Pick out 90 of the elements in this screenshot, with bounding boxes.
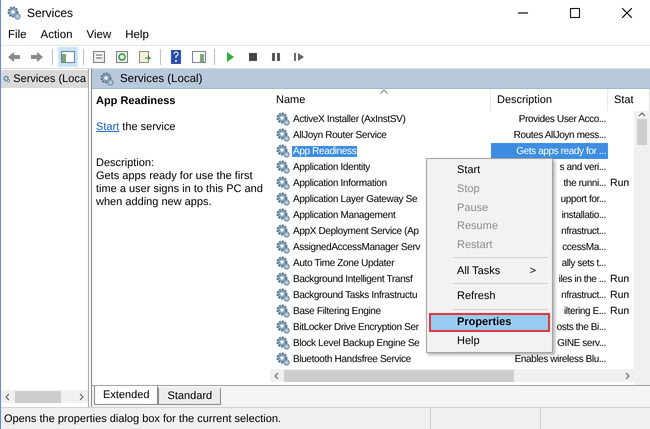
- service-description: upport for...: [560, 194, 606, 204]
- tree-item[interactable]: Services (Loca: [1, 70, 88, 88]
- column-header[interactable]: Description: [491, 89, 608, 111]
- pane-icon: [60, 49, 76, 65]
- service-description: ccessMa...: [562, 242, 606, 252]
- services-icon: [100, 72, 114, 86]
- view-tab[interactable]: Extended: [94, 386, 158, 405]
- status-text: Opens the properties dialog box for the current selection.: [4, 412, 282, 424]
- service-icon: [276, 240, 290, 254]
- description-label: Description:: [96, 157, 156, 170]
- service-status: Run: [609, 273, 630, 285]
- service-icon: [276, 256, 290, 270]
- pane-icon: [191, 49, 207, 65]
- service-icon: [276, 208, 290, 222]
- menu-item[interactable]: View: [82, 29, 116, 41]
- description-text: Gets apps ready for use the first time a user signs in to this PC and when adding new apps.: [96, 170, 264, 209]
- service-icon: [276, 336, 290, 350]
- service-description: ally sets t...: [562, 258, 606, 268]
- service-name[interactable]: Bluetooth Handsfree Service: [292, 354, 412, 364]
- context-menu-item[interactable]: Start: [429, 161, 550, 180]
- service-name[interactable]: Background Tasks Infrastructu: [292, 290, 418, 300]
- service-icon: [276, 176, 290, 190]
- service-icon: [276, 144, 290, 158]
- service-name[interactable]: Auto Time Zone Updater: [292, 258, 396, 268]
- forward-arrow-icon: [29, 49, 45, 65]
- service-name[interactable]: Application Management: [292, 210, 396, 220]
- service-icon: [276, 160, 290, 174]
- service-name[interactable]: ActiveX Installer (AxInstSV): [292, 114, 406, 124]
- service-name[interactable]: BitLocker Drive Encryption Ser: [292, 322, 420, 332]
- service-name[interactable]: Application Layer Gateway Se: [292, 194, 418, 204]
- scrollbar[interactable]: [1, 390, 88, 403]
- service-icon: [276, 288, 290, 302]
- sheet-icon: [91, 49, 107, 65]
- service-description: Gets apps ready for ...: [516, 146, 606, 156]
- scroll-thumb[interactable]: [637, 119, 647, 145]
- context-menu-item[interactable]: Properties: [429, 312, 550, 332]
- context-menu-item[interactable]: Help: [429, 332, 550, 350]
- service-description: Enables wireless Blu...: [514, 354, 606, 364]
- close-icon: [622, 8, 632, 18]
- panel-title: Services (Local): [120, 72, 202, 84]
- service-description: osts the Bi...: [556, 322, 606, 332]
- service-name[interactable]: Background Intelligent Transf: [292, 274, 414, 284]
- service-name[interactable]: Application Identity: [292, 162, 371, 172]
- service-name[interactable]: AllJoyn Router Service: [292, 130, 388, 140]
- service-description: GINE serv...: [557, 338, 606, 348]
- services-icon: [7, 6, 21, 20]
- service-status: Run: [609, 305, 630, 317]
- service-name[interactable]: Block Level Backup Engine Se: [292, 338, 420, 348]
- service-description: Provides User Acco...: [518, 114, 606, 124]
- service-name[interactable]: AssignedAccessManager Serv: [292, 242, 422, 252]
- start-link[interactable]: Start: [96, 121, 120, 133]
- service-description: installatio...: [562, 210, 606, 220]
- service-status: Run: [609, 177, 630, 189]
- refresh-icon: [114, 49, 130, 65]
- maximize-icon: [570, 8, 580, 18]
- context-menu-item[interactable]: All Tasks >: [429, 261, 550, 280]
- service-title: App Readiness: [96, 95, 176, 107]
- service-description: nfrastruct...: [561, 226, 606, 236]
- service-icon: [276, 112, 290, 126]
- context-menu-item[interactable]: Refresh: [429, 287, 550, 306]
- service-name[interactable]: Application Information: [292, 178, 388, 188]
- service-description: s and veri...: [560, 162, 606, 172]
- service-icon: [276, 320, 290, 334]
- service-description: iles in the ...: [558, 274, 606, 284]
- service-icon: [276, 192, 290, 206]
- service-action-text: Start the service: [96, 121, 176, 133]
- service-name[interactable]: AppX Deployment Service (Ap: [292, 226, 420, 236]
- service-description: iltering E...: [564, 306, 606, 316]
- back-arrow-icon: [6, 49, 22, 65]
- scrollbar[interactable]: [270, 369, 634, 382]
- service-name[interactable]: Base Filtering Engine: [292, 306, 382, 316]
- service-description: nfrastruct...: [561, 290, 606, 300]
- service-icon: [276, 128, 290, 142]
- service-icon: [276, 304, 290, 318]
- view-tab[interactable]: Standard: [158, 388, 222, 405]
- tree-toggle-button[interactable]: [58, 47, 78, 67]
- service-icon: [276, 352, 290, 366]
- service-description: Routes AllJoyn mess...: [514, 130, 606, 140]
- scrollbar[interactable]: [634, 111, 650, 385]
- menu-item[interactable]: Help: [120, 29, 154, 41]
- menu-item[interactable]: File: [3, 29, 32, 41]
- service-description: the runni...: [564, 178, 606, 188]
- service-icon: [276, 272, 290, 286]
- export-icon: [137, 49, 153, 65]
- help-icon: [168, 49, 184, 65]
- menu-item[interactable]: Action: [36, 29, 78, 41]
- service-status: Run: [609, 289, 630, 301]
- window-title: Services: [27, 6, 74, 20]
- service-icon: [276, 224, 290, 238]
- column-header[interactable]: Name: [270, 89, 491, 111]
